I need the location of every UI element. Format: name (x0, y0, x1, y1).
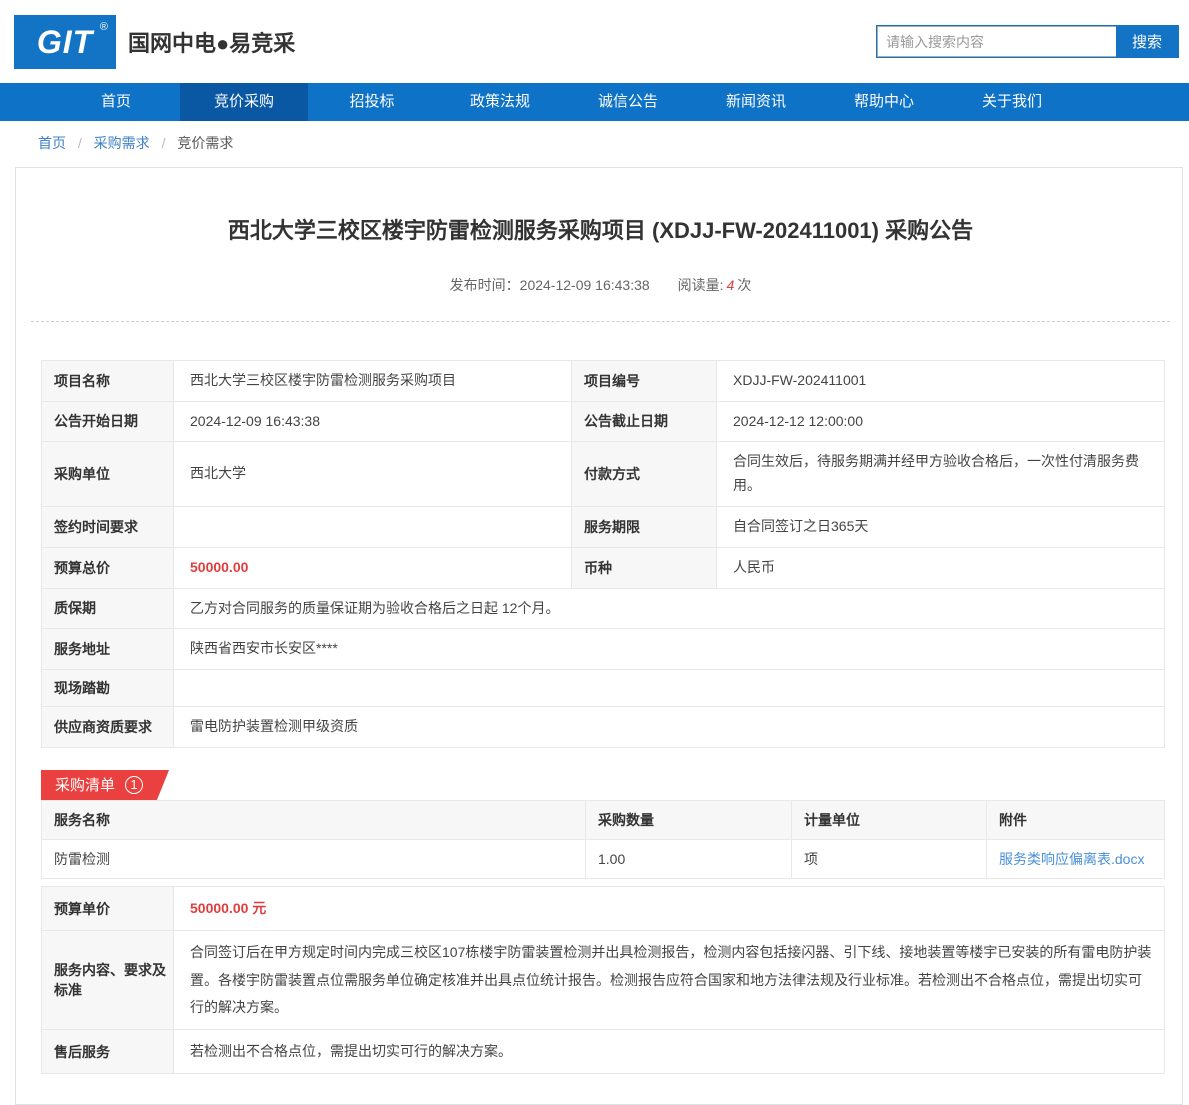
field-label: 供应商资质要求 (42, 707, 174, 748)
nav-item-news[interactable]: 新闻资讯 (692, 83, 820, 121)
publish-meta: 发布时间：2024-12-09 16:43:38 阅读量:4次 (39, 275, 1162, 295)
table-row: 公告开始日期 2024-12-09 16:43:38 公告截止日期 2024-1… (42, 401, 1165, 442)
purchase-list-header: 采购清单 1 (41, 770, 1162, 800)
field-value: 雷电防护装置检测甲级资质 (174, 707, 1165, 748)
table-row: 采购单位 西北大学 付款方式 合同生效后，待服务期满并经甲方验收合格后，一次性付… (42, 442, 1165, 507)
field-label: 质保期 (42, 588, 174, 629)
unit-cell: 项 (792, 839, 987, 878)
read-count-unit: 次 (737, 277, 751, 293)
nav-item-about[interactable]: 关于我们 (948, 83, 1076, 121)
table-row: 质保期 乙方对合同服务的质量保证期为验收合格后之日起 12个月。 (42, 588, 1165, 629)
field-value: 2024-12-12 12:00:00 (717, 401, 1165, 442)
table-row: 预算单价 50000.00 元 (42, 886, 1165, 930)
column-header: 服务名称 (42, 800, 586, 839)
breadcrumb-separator: / (78, 135, 82, 151)
field-label: 签约时间要求 (42, 506, 174, 547)
nav-item-tender[interactable]: 招投标 (308, 83, 436, 121)
service-detail-table: 预算单价 50000.00 元 服务内容、要求及标准 合同签订后在甲方规定时间内… (41, 886, 1165, 1074)
purchase-list-badge: 采购清单 1 (41, 770, 149, 800)
table-row: 现场踏勘 (42, 670, 1165, 707)
search-box: 搜索 (876, 25, 1179, 58)
announcement-panel: 西北大学三校区楼宇防雷检测服务采购项目 (XDJJ-FW-202411001) … (15, 167, 1183, 1105)
field-value: 合同生效后，待服务期满并经甲方验收合格后，一次性付清服务费用。 (717, 442, 1165, 507)
field-label: 售后服务 (42, 1030, 174, 1074)
field-value: 西北大学 (174, 442, 572, 507)
purchase-list-badge-label: 采购清单 (55, 774, 115, 795)
page-title: 西北大学三校区楼宇防雷检测服务采购项目 (XDJJ-FW-202411001) … (39, 168, 1162, 247)
table-row: 售后服务 若检测出不合格点位，需提出切实可行的解决方案。 (42, 1030, 1165, 1074)
column-header: 采购数量 (586, 800, 792, 839)
nav-item-help[interactable]: 帮助中心 (820, 83, 948, 121)
table-row: 供应商资质要求 雷电防护装置检测甲级资质 (42, 707, 1165, 748)
main-nav: 首页 竞价采购 招投标 政策法规 诚信公告 新闻资讯 帮助中心 关于我们 (0, 83, 1189, 121)
field-label: 项目名称 (42, 360, 174, 401)
nav-item-policy[interactable]: 政策法规 (436, 83, 564, 121)
field-label: 公告开始日期 (42, 401, 174, 442)
attachment-cell: 服务类响应偏离表.docx (987, 839, 1165, 878)
nav-item-home[interactable]: 首页 (52, 83, 180, 121)
table-row: 防雷检测 1.00 项 服务类响应偏离表.docx (42, 839, 1165, 878)
table-row: 项目名称 西北大学三校区楼宇防雷检测服务采购项目 项目编号 XDJJ-FW-20… (42, 360, 1165, 401)
project-info-table: 项目名称 西北大学三校区楼宇防雷检测服务采购项目 项目编号 XDJJ-FW-20… (41, 360, 1165, 748)
field-label: 采购单位 (42, 442, 174, 507)
field-label: 现场踏勘 (42, 670, 174, 707)
unit-price-value: 50000.00 元 (174, 886, 1165, 930)
field-label: 预算单价 (42, 886, 174, 930)
search-button[interactable]: 搜索 (1116, 26, 1178, 57)
field-value (174, 670, 1165, 707)
breadcrumb-home-link[interactable]: 首页 (38, 135, 66, 151)
field-label: 公告截止日期 (572, 401, 717, 442)
attachment-link[interactable]: 服务类响应偏离表.docx (999, 851, 1144, 867)
purchase-list-table: 服务名称 采购数量 计量单位 附件 防雷检测 1.00 项 服务类响应偏离表.d… (41, 800, 1165, 879)
budget-total-value: 50000.00 (174, 547, 572, 588)
field-label: 项目编号 (572, 360, 717, 401)
read-count-label: 阅读量: (678, 277, 724, 293)
field-label: 服务地址 (42, 629, 174, 670)
breadcrumb: 首页 / 采购需求 / 竞价需求 (0, 121, 1189, 163)
breadcrumb-current: 竞价需求 (177, 135, 233, 151)
breadcrumb-separator: / (162, 135, 166, 151)
field-label: 付款方式 (572, 442, 717, 507)
nav-item-integrity[interactable]: 诚信公告 (564, 83, 692, 121)
field-value: 人民币 (717, 547, 1165, 588)
column-header: 附件 (987, 800, 1165, 839)
field-value: 若检测出不合格点位，需提出切实可行的解决方案。 (174, 1030, 1165, 1074)
breadcrumb-purchase-demand-link[interactable]: 采购需求 (94, 135, 150, 151)
registered-trademark-icon: ® (100, 21, 108, 33)
top-header: GIT ® 国网中电●易竞采 搜索 (0, 0, 1189, 83)
site-brand-title: 国网中电●易竞采 (128, 26, 295, 58)
search-input[interactable] (877, 26, 1116, 57)
dashed-divider (31, 321, 1170, 322)
field-value: XDJJ-FW-202411001 (717, 360, 1165, 401)
table-row: 服务地址 陕西省西安市长安区**** (42, 629, 1165, 670)
field-value: 西北大学三校区楼宇防雷检测服务采购项目 (174, 360, 572, 401)
column-header: 计量单位 (792, 800, 987, 839)
field-value: 陕西省西安市长安区**** (174, 629, 1165, 670)
table-row: 预算总价 50000.00 币种 人民币 (42, 547, 1165, 588)
field-value: 2024-12-09 16:43:38 (174, 401, 572, 442)
git-logo: GIT ® (14, 15, 116, 69)
table-header-row: 服务名称 采购数量 计量单位 附件 (42, 800, 1165, 839)
quantity-cell: 1.00 (586, 839, 792, 878)
publish-time-value: 2024-12-09 16:43:38 (520, 277, 650, 293)
nav-item-bidding-purchase[interactable]: 竞价采购 (180, 83, 308, 121)
read-count-value: 4 (727, 277, 735, 293)
field-value: 自合同签订之日365天 (717, 506, 1165, 547)
field-label: 服务期限 (572, 506, 717, 547)
field-label: 预算总价 (42, 547, 174, 588)
field-value: 乙方对合同服务的质量保证期为验收合格后之日起 12个月。 (174, 588, 1165, 629)
publish-time-label: 发布时间： (450, 277, 520, 293)
field-value (174, 506, 572, 547)
git-logo-text: GIT (37, 15, 93, 69)
field-label: 币种 (572, 547, 717, 588)
purchase-list-count-badge: 1 (125, 776, 143, 794)
service-name-cell: 防雷检测 (42, 839, 586, 878)
table-row: 签约时间要求 服务期限 自合同签订之日365天 (42, 506, 1165, 547)
